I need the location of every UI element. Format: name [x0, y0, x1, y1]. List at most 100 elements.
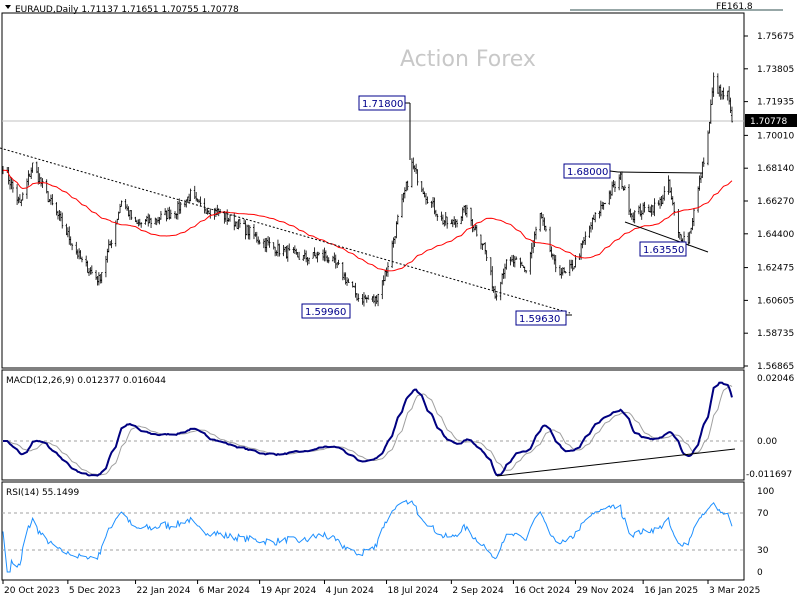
- ohlc-bar: [722, 87, 725, 100]
- ohlc-bar: [640, 210, 643, 220]
- ohlc-bar: [711, 87, 714, 105]
- ohlc-bar: [124, 199, 127, 210]
- ohlc-bar: [96, 275, 99, 286]
- price-tick-label: 1.60605: [757, 296, 794, 306]
- ohlc-bar: [312, 252, 315, 259]
- ohlc-bar: [650, 204, 653, 217]
- ohlc-bar: [563, 267, 566, 274]
- ohlc-bar: [707, 130, 709, 166]
- ohlc-bar: [701, 161, 704, 178]
- ohlc-bar: [443, 220, 446, 227]
- ohlc-bar: [324, 250, 327, 262]
- ohlc-bar: [542, 213, 545, 226]
- ohlc-bar: [629, 208, 632, 218]
- ohlc-bar: [40, 177, 43, 187]
- ohlc-bar: [729, 97, 732, 114]
- ohlc-bar: [465, 204, 468, 218]
- ohlc-bar: [525, 270, 528, 274]
- ohlc-bar: [637, 205, 640, 215]
- ohlc-bar: [169, 209, 172, 220]
- ohlc-bar: [628, 184, 631, 216]
- ohlc-bar: [529, 251, 532, 275]
- ohlc-bar: [155, 218, 158, 226]
- ohlc-bar: [224, 212, 227, 222]
- ohlc-bar: [140, 222, 143, 228]
- ohlc-bar: [343, 272, 346, 280]
- ohlc-bar: [668, 179, 671, 194]
- ohlc-bar: [357, 293, 360, 302]
- ohlc-bar: [89, 267, 92, 275]
- ohlc-bar: [632, 212, 635, 223]
- ohlc-bar: [138, 218, 141, 226]
- ohlc-bar: [647, 204, 650, 213]
- ohlc-bar: [66, 227, 69, 238]
- rsi-tick: 70: [757, 509, 769, 519]
- ohlc-bar: [234, 221, 237, 227]
- symbol-header: EURAUD,Daily 1.71137 1.71651 1.70755 1.7…: [15, 5, 239, 15]
- ohlc-bar: [491, 266, 494, 290]
- ohlc-bar: [530, 242, 533, 259]
- ohlc-bar: [305, 250, 308, 263]
- time-tick-label: 16 Jan 2025: [644, 586, 698, 596]
- time-tick-label: 4 Jun 2024: [325, 586, 374, 596]
- ohlc-bar: [109, 240, 112, 246]
- ohlc-bar: [147, 213, 150, 227]
- ohlc-bar: [718, 85, 721, 97]
- ohlc-bar: [107, 239, 110, 253]
- time-tick-label: 22 Jan 2024: [137, 586, 191, 596]
- ohlc-bar: [76, 249, 79, 259]
- ohlc-bar: [252, 223, 255, 240]
- ohlc-bar: [553, 254, 556, 265]
- ohlc-bar: [85, 255, 88, 267]
- ohlc-bar: [288, 243, 291, 251]
- time-tick-label: 29 Nov 2024: [576, 586, 634, 596]
- price-tick-label: 1.70010: [757, 131, 794, 141]
- ohlc-bar: [27, 170, 30, 186]
- time-tick-label: 19 Apr 2024: [261, 586, 317, 596]
- ohlc-bar: [189, 188, 192, 202]
- ohlc-bar: [203, 198, 206, 214]
- ohlc-bar: [619, 172, 622, 181]
- ohlc-bar: [681, 238, 684, 243]
- price-pane: [1, 12, 745, 369]
- ohlc-bar: [453, 216, 456, 225]
- ohlc-bar: [334, 254, 337, 269]
- chart-canvas[interactable]: FE161.8 EURAUD,Daily 1.71137 1.71651 1.7…: [0, 0, 800, 600]
- ohlc-bar: [10, 177, 13, 190]
- ohlc-bar: [513, 255, 516, 268]
- price-tick-label: 1.66270: [757, 197, 794, 207]
- time-tick-label: 2 Sep 2024: [452, 586, 504, 596]
- ohlc-bar: [258, 239, 261, 245]
- ohlc-bar: [436, 213, 439, 221]
- ohlc-bar: [484, 242, 487, 255]
- ohlc-bar: [432, 197, 435, 208]
- ohlc-bar: [643, 201, 646, 213]
- price-axis[interactable]: 1.75675 1.73805 1.71935 1.70010 1.68140 1.662…: [744, 32, 794, 372]
- ohlc-bar: [604, 202, 607, 205]
- ohlc-bar: [295, 248, 298, 255]
- ohlc-bar: [503, 263, 506, 279]
- time-axis[interactable]: 20 Oct 2023 5 Dec 2023 22 Jan 2024 6 Mar 20…: [2, 580, 760, 596]
- ohlc-bar: [59, 211, 62, 222]
- ohlc-bar: [726, 90, 729, 101]
- time-tick-label: 20 Oct 2023: [4, 586, 60, 596]
- annotation-1-68000: 1.68000: [563, 163, 619, 179]
- ohlc-bar: [71, 243, 74, 251]
- price-tick-label: 1.64400: [757, 230, 794, 240]
- ohlc-bar: [16, 184, 19, 205]
- ohlc-bar: [268, 237, 271, 248]
- collapse-triangle-icon[interactable]: [5, 5, 11, 9]
- svg-text:1.59960: 1.59960: [305, 307, 346, 318]
- price-tick-label: 1.58735: [757, 329, 794, 339]
- price-tick-label: 1.62475: [757, 264, 794, 274]
- ohlc-bar: [708, 121, 711, 134]
- ohlc-bar: [95, 270, 98, 281]
- ohlc-bar: [90, 265, 93, 275]
- ohlc-bar: [148, 214, 151, 224]
- ohlc-bar: [549, 226, 552, 253]
- ohlc-bar: [489, 257, 492, 276]
- ohlc-bar: [114, 220, 117, 247]
- ohlc-bar: [86, 260, 89, 274]
- ohlc-bar: [58, 209, 61, 221]
- ohlc-bar: [286, 245, 289, 262]
